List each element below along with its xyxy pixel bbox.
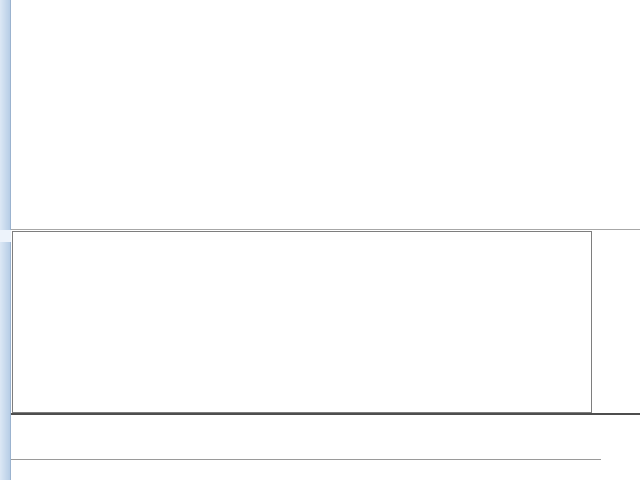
date-axis bbox=[11, 461, 640, 471]
chart-legend bbox=[16, 233, 29, 260]
deposit-load-curve bbox=[12, 415, 592, 459]
scroll-down-icon[interactable] bbox=[625, 214, 637, 226]
strategy-tester-report bbox=[0, 0, 640, 480]
close-icon[interactable] bbox=[0, 230, 11, 242]
chart-plot-area bbox=[12, 231, 592, 413]
date-axis-line bbox=[11, 459, 601, 460]
deposit-load-plot bbox=[12, 415, 592, 459]
report-table bbox=[11, 0, 640, 228]
balance-equity-chart-panel bbox=[11, 229, 640, 480]
balance-equity-curves bbox=[13, 232, 591, 412]
